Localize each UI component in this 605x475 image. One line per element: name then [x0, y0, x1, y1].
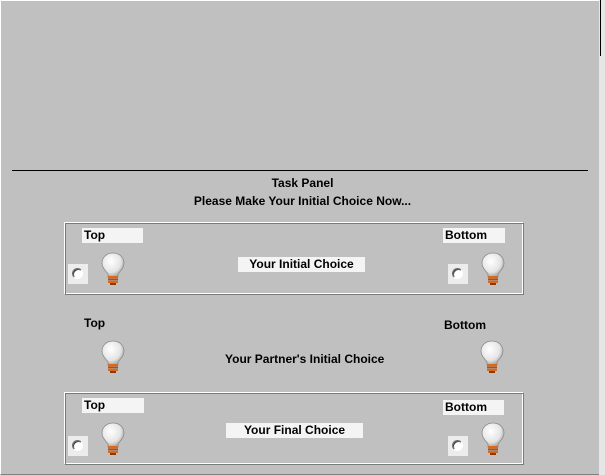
window-edge — [599, 0, 605, 475]
initial-bottom-radio[interactable] — [448, 264, 468, 284]
partner-bottom-label: Bottom — [444, 318, 486, 332]
light-bulb-icon — [479, 340, 505, 374]
light-bulb-icon — [100, 252, 126, 286]
final-bottom-radio[interactable] — [448, 436, 468, 456]
task-panel-title: Task Panel — [271, 176, 334, 190]
initial-top-label: Top — [82, 228, 143, 243]
initial-bottom-label: Bottom — [443, 228, 505, 243]
partner-choice-label: Your Partner's Initial Choice — [225, 352, 385, 366]
radio-circle — [452, 440, 463, 451]
panel-divider — [12, 170, 588, 171]
light-bulb-icon — [100, 422, 126, 456]
final-bottom-label: Bottom — [443, 400, 504, 415]
initial-choice-label: Your Initial Choice — [238, 257, 365, 272]
light-bulb-icon — [480, 422, 506, 456]
final-choice-label: Your Final Choice — [226, 423, 363, 438]
light-bulb-icon — [480, 252, 506, 286]
final-top-radio[interactable] — [68, 436, 88, 456]
light-bulb-icon — [100, 340, 126, 374]
partner-top-label: Top — [84, 316, 106, 330]
radio-circle — [72, 268, 83, 279]
instruction-text: Please Make Your Initial Choice Now... — [193, 194, 412, 208]
initial-top-radio[interactable] — [68, 264, 88, 284]
final-top-label: Top — [82, 398, 144, 413]
radio-circle — [72, 440, 83, 451]
radio-circle — [452, 268, 463, 279]
